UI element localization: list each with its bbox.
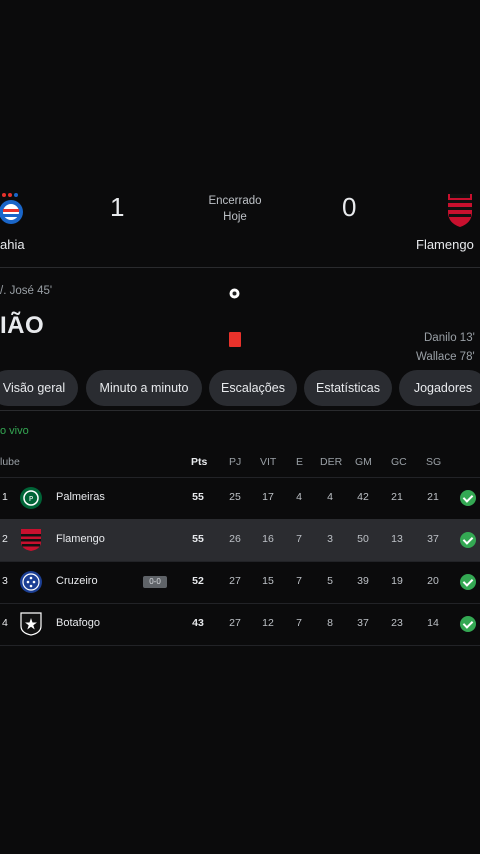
row-gm: 50 [357, 533, 369, 545]
divider [0, 267, 480, 268]
row-rank: 3 [2, 575, 8, 587]
tab-minuto-a-minuto[interactable]: Minuto a minuto [86, 370, 202, 406]
header-vit: VIT [260, 456, 277, 468]
row-rank: 4 [2, 617, 8, 629]
home-scorer: /. José 45' [0, 285, 53, 297]
row-sg: 37 [427, 533, 439, 545]
row-rank: 1 [2, 491, 8, 503]
row-gc: 21 [391, 491, 403, 503]
row-vit: 12 [262, 617, 274, 629]
tab-visao-geral[interactable]: Visão geral [0, 370, 78, 406]
bahia-crest-icon [0, 193, 23, 224]
header-pts: Pts [191, 456, 208, 468]
row-gc: 19 [391, 575, 403, 587]
row-pj: 26 [229, 533, 241, 545]
qualified-check-icon [460, 532, 476, 548]
qualified-check-icon [460, 490, 476, 506]
screen: ahia 1 Encerrado Hoje 0 Flamengo /. José… [0, 0, 480, 854]
botafogo-crest-icon [20, 612, 42, 636]
cruzeiro-crest-icon [20, 571, 42, 593]
header-e: E [296, 456, 304, 468]
row-pts: 55 [192, 533, 204, 545]
header-der: DER [320, 456, 343, 468]
table-row[interactable]: 1 P Palmeiras 55 25 17 4 4 42 21 21 [0, 477, 480, 519]
flamengo-crest-icon [21, 529, 41, 551]
table-row[interactable]: 4 Botafogo 43 27 12 7 8 37 23 14 [0, 603, 480, 645]
row-e: 4 [296, 491, 302, 503]
live-score-badge: 0-0 [143, 576, 167, 588]
qualified-check-icon [460, 574, 476, 590]
live-label: o vivo [0, 425, 29, 437]
row-e: 7 [296, 533, 302, 545]
row-pj: 27 [229, 617, 241, 629]
row-gm: 37 [357, 617, 369, 629]
divider [0, 410, 480, 411]
soccer-ball-icon [229, 288, 240, 299]
row-der: 5 [327, 575, 333, 587]
header-gm: GM [355, 456, 372, 468]
row-sg: 14 [427, 617, 439, 629]
red-card-icon [229, 332, 241, 347]
tab-escalacoes[interactable]: Escalações [209, 370, 297, 406]
table-row[interactable]: 3 Cruzeiro 0-0 52 27 15 7 5 39 19 20 [0, 561, 480, 603]
tab-jogadores[interactable]: Jogadores [399, 370, 480, 406]
row-pts: 43 [192, 617, 204, 629]
header-pj: PJ [229, 456, 242, 468]
away-scorer-2: Wallace 78' [416, 351, 475, 363]
row-pts: 55 [192, 491, 204, 503]
row-vit: 17 [262, 491, 274, 503]
header-club: lube [0, 456, 20, 468]
row-gm: 42 [357, 491, 369, 503]
row-der: 3 [327, 533, 333, 545]
svg-text:P: P [29, 495, 33, 503]
big-text: IÃO [0, 312, 45, 339]
away-score: 0 [342, 192, 357, 222]
row-team-name: Botafogo [56, 617, 101, 629]
divider [0, 645, 480, 646]
away-scorer-1: Danilo 13' [424, 332, 475, 344]
flamengo-crest-icon [448, 194, 472, 227]
row-sg: 20 [427, 575, 439, 587]
row-gc: 13 [391, 533, 403, 545]
row-e: 7 [296, 617, 302, 629]
match-status: Encerrado [208, 195, 262, 207]
row-team-name: Cruzeiro [56, 575, 98, 587]
row-der: 8 [327, 617, 333, 629]
palmeiras-crest-icon: P [20, 487, 42, 509]
header-sg: SG [426, 456, 442, 468]
row-e: 7 [296, 575, 302, 587]
row-team-name: Palmeiras [56, 491, 105, 503]
row-rank: 2 [2, 533, 8, 545]
row-pj: 25 [229, 491, 241, 503]
row-der: 4 [327, 491, 333, 503]
row-vit: 15 [262, 575, 274, 587]
row-pj: 27 [229, 575, 241, 587]
row-gc: 23 [391, 617, 403, 629]
row-team-name: Flamengo [56, 533, 105, 545]
row-vit: 16 [262, 533, 274, 545]
row-pts: 52 [192, 575, 204, 587]
row-sg: 21 [427, 491, 439, 503]
home-team-name: ahia [0, 237, 25, 252]
match-day: Hoje [223, 211, 247, 223]
tab-estatisticas[interactable]: Estatísticas [304, 370, 392, 406]
row-gm: 39 [357, 575, 369, 587]
header-gc: GC [391, 456, 407, 468]
away-team-name: Flamengo [416, 237, 474, 252]
qualified-check-icon [460, 616, 476, 632]
table-row[interactable]: 2 Flamengo 55 26 16 7 3 50 13 37 [0, 519, 480, 561]
home-score: 1 [110, 192, 125, 222]
